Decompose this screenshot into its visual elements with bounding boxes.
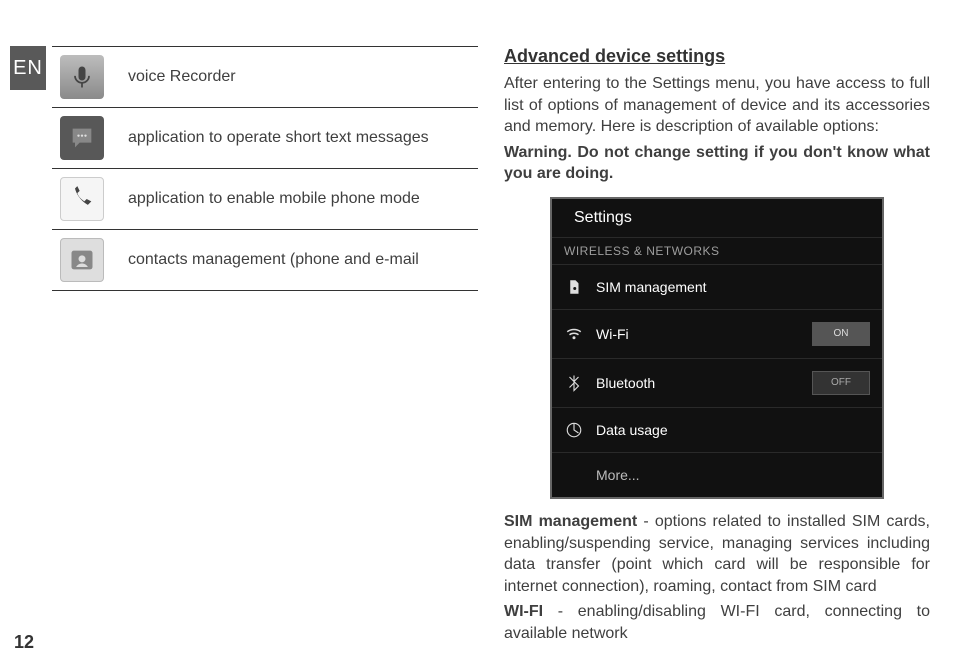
data-icon — [564, 420, 584, 440]
wifi-paragraph: WI-FI - enabling/disabling WI-FI card, c… — [504, 601, 930, 644]
row-label: More... — [596, 467, 870, 483]
row-label: Data usage — [596, 422, 870, 438]
row-label: Wi-Fi — [596, 326, 800, 342]
wifi-desc: - enabling/disabling WI-FI card, connect… — [504, 603, 930, 642]
page-number: 12 — [14, 632, 34, 653]
settings-row-data: Data usage — [552, 408, 882, 453]
table-row: contacts management (phone and e-mail — [52, 230, 478, 291]
settings-row-more: More... — [552, 453, 882, 497]
wifi-toggle: ON — [812, 322, 870, 346]
table-row: application to enable mobile phone mode — [52, 169, 478, 230]
voice-recorder-icon — [60, 55, 104, 99]
app-desc: application to operate short text messag… — [122, 108, 478, 169]
settings-row-wifi: Wi-Fi ON — [552, 310, 882, 359]
apps-table: voice Recorder application to operate sh… — [52, 46, 478, 291]
bluetooth-icon — [564, 373, 584, 393]
row-label: Bluetooth — [596, 375, 800, 391]
settings-section-label: WIRELESS & NETWORKS — [552, 238, 882, 265]
blank-icon — [564, 465, 584, 485]
wifi-label: WI-FI — [504, 603, 543, 620]
warning-text: Warning. Do not change setting if you do… — [504, 142, 930, 185]
settings-header-label: Settings — [574, 209, 632, 227]
sim-label: SIM management — [504, 513, 637, 530]
settings-screenshot: Settings WIRELESS & NETWORKS SIM managem… — [550, 197, 884, 499]
settings-header: Settings — [552, 199, 882, 238]
row-label: SIM management — [596, 279, 870, 295]
left-column: voice Recorder application to operate sh… — [52, 46, 478, 671]
settings-row-sim: SIM management — [552, 265, 882, 310]
intro-text: After entering to the Settings menu, you… — [504, 73, 930, 138]
table-row: voice Recorder — [52, 47, 478, 108]
settings-row-bluetooth: Bluetooth OFF — [552, 359, 882, 408]
contacts-icon — [60, 238, 104, 282]
right-column: Advanced device settings After entering … — [504, 46, 930, 671]
table-row: application to operate short text messag… — [52, 108, 478, 169]
phone-icon — [60, 177, 104, 221]
sim-icon — [564, 277, 584, 297]
section-title: Advanced device settings — [504, 46, 930, 67]
bluetooth-toggle: OFF — [812, 371, 870, 395]
language-tab: EN — [10, 46, 46, 90]
wifi-icon — [564, 324, 584, 344]
app-desc: application to enable mobile phone mode — [122, 169, 478, 230]
sms-icon — [60, 116, 104, 160]
app-desc: voice Recorder — [122, 47, 478, 108]
sim-paragraph: SIM management - options related to inst… — [504, 511, 930, 597]
app-desc: contacts management (phone and e-mail — [122, 230, 478, 291]
